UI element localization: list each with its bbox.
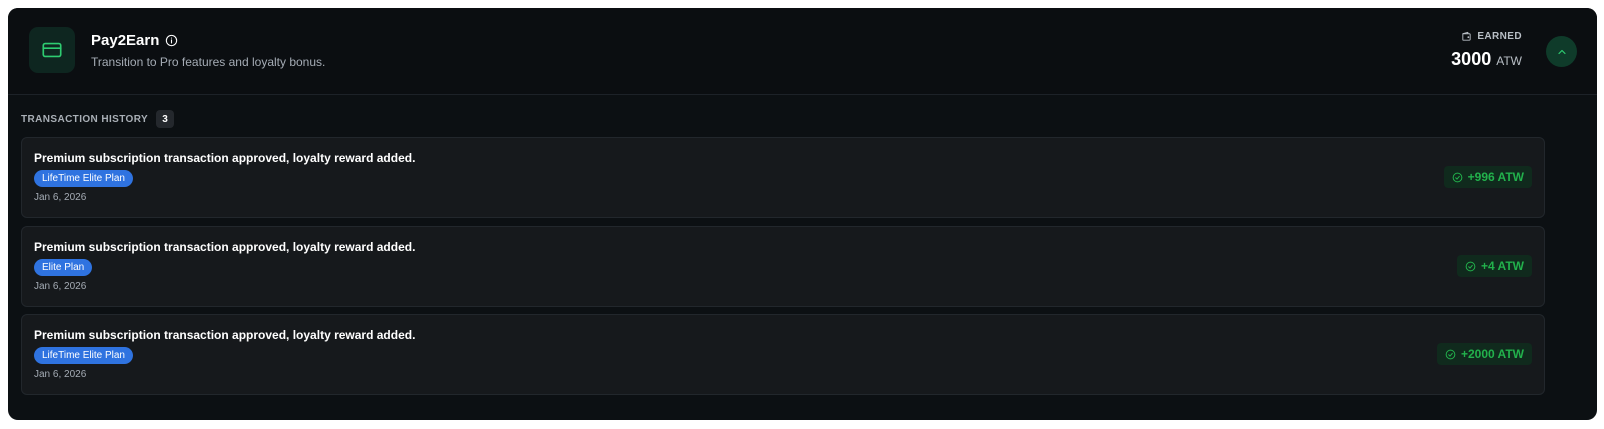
plan-badge: LifeTime Elite Plan xyxy=(34,347,133,364)
transaction-description: Premium subscription transaction approve… xyxy=(34,328,416,342)
transaction-description: Premium subscription transaction approve… xyxy=(34,240,416,254)
earned-label: EARNED xyxy=(1477,31,1522,42)
amount-badge: +2000 ATW xyxy=(1436,343,1532,365)
transaction-item: Premium subscription transaction approve… xyxy=(21,314,1545,395)
info-icon[interactable] xyxy=(165,34,178,47)
check-circle-icon xyxy=(1452,172,1463,183)
earned-label-row: EARNED xyxy=(1461,31,1522,42)
transaction-date: Jan 6, 2026 xyxy=(34,281,87,292)
transaction-date: Jan 6, 2026 xyxy=(34,369,87,380)
transaction-amount: +4 ATW xyxy=(1480,259,1524,273)
card-header[interactable]: Pay2Earn Transition to Pro features and … xyxy=(8,8,1597,95)
check-circle-icon xyxy=(1445,349,1456,360)
earned-unit: ATW xyxy=(1496,54,1522,68)
earned-amount: 3000 xyxy=(1451,49,1492,69)
history-count-badge: 3 xyxy=(156,110,175,128)
check-circle-icon xyxy=(1465,261,1476,272)
transaction-amount: +996 ATW xyxy=(1467,170,1524,184)
collapse-button[interactable] xyxy=(1546,36,1577,67)
card-subtitle: Transition to Pro features and loyalty b… xyxy=(91,55,326,69)
credit-card-icon xyxy=(29,27,75,73)
plan-badge: Elite Plan xyxy=(34,259,93,276)
transaction-amount: +2000 ATW xyxy=(1460,347,1524,361)
amount-badge: +4 ATW xyxy=(1456,255,1532,277)
card-title: Pay2Earn xyxy=(91,32,160,49)
history-header: TRANSACTION HISTORY 3 xyxy=(21,110,175,128)
plan-badge: LifeTime Elite Plan xyxy=(34,170,133,187)
pay2earn-card: Pay2Earn Transition to Pro features and … xyxy=(8,8,1597,420)
transaction-date: Jan 6, 2026 xyxy=(34,192,87,203)
transaction-description: Premium subscription transaction approve… xyxy=(34,151,416,165)
chevron-up-icon xyxy=(1556,46,1568,58)
transaction-item: Premium subscription transaction approve… xyxy=(21,226,1545,307)
title-row: Pay2Earn xyxy=(91,32,178,49)
amount-badge: +996 ATW xyxy=(1443,166,1532,188)
history-title: TRANSACTION HISTORY xyxy=(21,113,149,125)
transaction-item: Premium subscription transaction approve… xyxy=(21,137,1545,218)
earned-value: 3000 ATW xyxy=(1451,49,1522,70)
wallet-icon xyxy=(1461,31,1472,42)
